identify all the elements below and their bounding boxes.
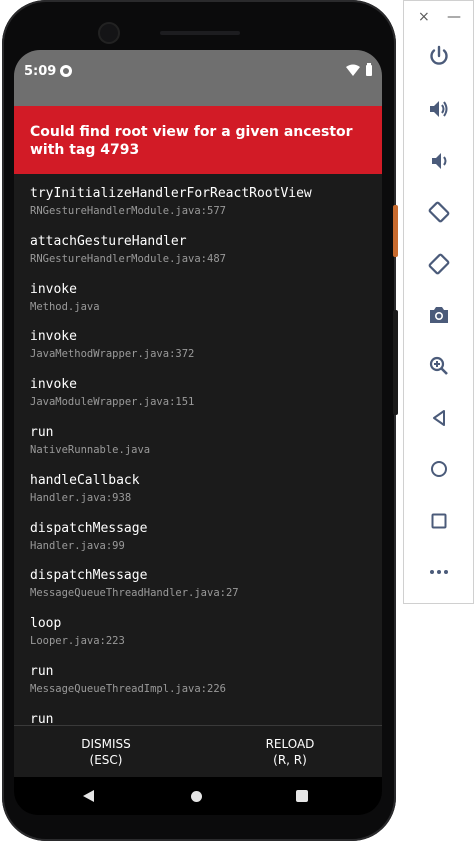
device-screen: 5:09 Could find root view for a given an… — [14, 50, 382, 815]
reload-shortcut: (R, R) — [273, 753, 307, 767]
rotate-left-icon[interactable] — [426, 199, 452, 225]
stack-frame[interactable]: run — [30, 712, 53, 725]
error-header: Could find root view for a given ancesto… — [14, 106, 382, 174]
nav-back-icon[interactable] — [83, 790, 94, 802]
frame-file: RNGestureHandlerModule.java:487 — [30, 252, 226, 265]
frame-file: JavaModuleWrapper.java:151 — [30, 396, 195, 409]
stack-frame[interactable]: dispatchMessage MessageQueueThreadHandler… — [30, 568, 239, 600]
stack-frame[interactable]: invoke JavaMethodWrapper.java:372 — [30, 329, 194, 361]
front-camera — [98, 22, 120, 44]
emulator-device: 5:09 Could find root view for a given an… — [0, 0, 398, 843]
nav-home-icon[interactable] — [191, 791, 202, 802]
frame-method: invoke — [30, 281, 77, 297]
frame-method: loop — [30, 616, 62, 632]
redbox-footer: DISMISS (ESC) RELOAD (R, R) — [14, 725, 382, 778]
error-message: Could find root view for a given ancesto… — [30, 124, 353, 158]
stack-trace-list[interactable]: tryInitializeHandlerForReactRootView RNGe… — [14, 174, 382, 725]
frame-method: run — [30, 664, 54, 679]
stack-frame[interactable]: handleCallback Handler.java:938 — [30, 473, 140, 505]
frame-file: MessageQueueThreadHandler.java:27 — [30, 587, 239, 600]
frame-method: tryInitializeHandlerForReactRootView — [30, 186, 312, 201]
rotate-right-icon[interactable] — [426, 251, 452, 277]
frame-file: Method.java — [30, 300, 100, 313]
volume-up-icon[interactable] — [426, 96, 452, 122]
more-icon[interactable] — [426, 559, 452, 585]
frame-method: handleCallback — [30, 472, 140, 488]
volume-down-icon[interactable] — [426, 148, 452, 174]
overview-icon[interactable] — [426, 508, 452, 534]
frame-file: Looper.java:223 — [30, 635, 125, 648]
dismiss-shortcut: (ESC) — [89, 753, 123, 767]
status-icons — [346, 62, 372, 76]
camera-icon[interactable] — [426, 302, 452, 328]
stack-frame[interactable]: run MessageQueueThreadImpl.java:226 — [30, 664, 226, 696]
stack-frame[interactable]: tryInitializeHandlerForReactRootView RNGe… — [30, 186, 312, 218]
home-icon[interactable] — [426, 456, 452, 482]
frame-file: NativeRunnable.java — [30, 444, 151, 456]
stack-frame[interactable]: dispatchMessage Handler.java:99 — [30, 521, 147, 553]
dismiss-label: DISMISS — [81, 737, 131, 751]
stack-frame[interactable]: attachGestureHandler RNGestureHandlerModu… — [30, 234, 226, 266]
stack-frame[interactable]: invoke JavaModuleWrapper.java:151 — [30, 377, 194, 409]
reload-label: RELOAD — [265, 737, 315, 751]
frame-file: JavaMethodWrapper.java:372 — [30, 348, 195, 361]
frame-method: run — [30, 711, 54, 725]
wifi-icon — [346, 64, 360, 76]
power-side-button[interactable] — [393, 205, 398, 257]
android-nav-bar — [14, 777, 382, 815]
close-icon[interactable]: × — [418, 9, 430, 25]
battery-icon — [366, 62, 372, 76]
nav-recents-icon[interactable] — [296, 790, 308, 802]
frame-method: invoke — [30, 377, 77, 393]
minimize-icon[interactable]: — — [447, 9, 461, 25]
zoom-icon[interactable] — [426, 353, 452, 379]
volume-side-button[interactable] — [393, 310, 398, 415]
power-icon[interactable] — [426, 43, 452, 69]
frame-file: Handler.java:99 — [30, 539, 125, 552]
frame-file: Handler.java:938 — [30, 491, 132, 504]
frame-method: dispatchMessage — [30, 568, 148, 584]
toolbar-window-controls: × — — [404, 9, 474, 29]
frame-file: RNGestureHandlerModule.java:577 — [30, 205, 226, 217]
frame-method: dispatchMessage — [30, 520, 148, 536]
stack-frame[interactable]: invoke Method.java — [30, 282, 100, 314]
frame-method: run — [30, 425, 54, 440]
frame-method: attachGestureHandler — [30, 233, 187, 249]
frame-method: invoke — [30, 329, 77, 345]
status-time: 5:09 — [24, 64, 57, 79]
frame-file: MessageQueueThreadImpl.java:226 — [30, 683, 226, 695]
stack-frame[interactable]: run NativeRunnable.java — [30, 425, 150, 457]
app-notification-icon — [60, 65, 72, 77]
dismiss-button[interactable]: DISMISS (ESC) — [14, 736, 198, 768]
stack-frame[interactable]: loop Looper.java:223 — [30, 616, 125, 648]
back-icon[interactable] — [426, 405, 452, 431]
reload-button[interactable]: RELOAD (R, R) — [198, 736, 382, 768]
emulator-toolbar: × — — [403, 0, 474, 604]
earpiece-speaker — [160, 31, 240, 35]
status-bar: 5:09 — [14, 50, 382, 106]
